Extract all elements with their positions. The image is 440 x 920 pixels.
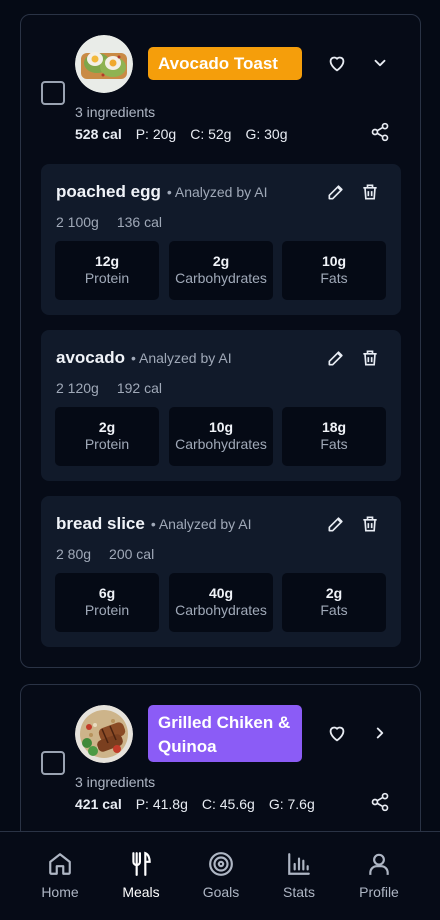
nav-label: Meals <box>122 884 160 900</box>
meal-select-checkbox[interactable] <box>41 81 65 105</box>
target-icon <box>181 850 261 878</box>
fats-label: Fats <box>320 602 348 618</box>
bottom-navigation: Home Meals Goals Stats Profile <box>0 831 440 920</box>
meal-fat: G: 30g <box>245 126 288 142</box>
nav-label: Home <box>41 884 79 900</box>
nav-label: Goals <box>202 884 240 900</box>
collapse-chevron-down-icon[interactable] <box>366 49 394 77</box>
meal-calories: 528 cal <box>75 126 122 142</box>
protein-box: 12g Protein <box>55 241 159 300</box>
utensils-icon <box>101 850 181 878</box>
ai-analyzed-label: • Analyzed by AI <box>130 350 232 366</box>
carbs-label: Carbohydrates <box>175 602 267 618</box>
share-icon[interactable] <box>366 118 394 146</box>
ingredient-qty: 2 80g <box>56 546 92 562</box>
meal-thumbnail <box>75 705 133 763</box>
ingredient-cal: 136 cal <box>116 214 162 230</box>
ingredient-name-line: avocado • Analyzed by AI <box>56 348 232 368</box>
ai-analyzed-label: • Analyzed by AI <box>150 516 252 532</box>
nav-item-home[interactable]: Home <box>20 850 100 900</box>
nav-label: Profile <box>359 884 399 900</box>
fats-box: 18g Fats <box>282 407 386 466</box>
ingredient-name: bread slice <box>56 514 145 533</box>
expand-chevron-right-icon[interactable] <box>366 719 394 747</box>
meal-card: Avocado Toast 3 ingredients 528 cal P: 20… <box>20 14 421 668</box>
ingredient-name-line: poached egg • Analyzed by AI <box>56 182 268 202</box>
carbs-box: 10g Carbohydrates <box>169 407 273 466</box>
protein-value: 6g <box>98 585 116 601</box>
protein-value: 2g <box>98 419 116 435</box>
ingredient-cal: 192 cal <box>116 380 162 396</box>
protein-label: Protein <box>84 270 130 286</box>
carbs-box: 40g Carbohydrates <box>169 573 273 632</box>
protein-label: Protein <box>84 602 130 618</box>
nav-item-meals[interactable]: Meals <box>101 850 181 900</box>
ingredient-count: 3 ingredients <box>75 104 156 120</box>
delete-trash-icon[interactable] <box>356 178 384 206</box>
fats-value: 2g <box>325 585 343 601</box>
fats-label: Fats <box>320 270 348 286</box>
carbs-value: 40g <box>208 585 234 601</box>
edit-pencil-icon[interactable] <box>322 344 350 372</box>
home-icon <box>20 850 100 878</box>
meal-carbs: C: 52g <box>190 126 232 142</box>
meal-macros: 421 cal P: 41.8g C: 45.6g G: 7.6g <box>75 796 315 812</box>
ingredient-card: bread slice • Analyzed by AI 2 80g 200 cal… <box>41 496 401 647</box>
carbs-label: Carbohydrates <box>175 270 267 286</box>
nav-item-stats[interactable]: Stats <box>259 850 339 900</box>
nav-item-profile[interactable]: Profile <box>339 850 419 900</box>
fats-label: Fats <box>320 436 348 452</box>
carbs-value: 2g <box>212 253 230 269</box>
ingredient-details: 2 100g 136 cal <box>56 214 162 230</box>
delete-trash-icon[interactable] <box>356 344 384 372</box>
ingredient-cal: 200 cal <box>109 546 155 562</box>
nav-label: Stats <box>283 884 315 900</box>
ingredient-count: 3 ingredients <box>75 774 156 790</box>
ingredient-qty: 2 120g <box>56 380 99 396</box>
meal-calories: 421 cal <box>75 796 122 812</box>
fats-box: 2g Fats <box>282 573 386 632</box>
protein-label: Protein <box>84 436 130 452</box>
meal-thumbnail <box>75 35 133 93</box>
meal-carbs: C: 45.6g <box>201 796 255 812</box>
nav-item-goals[interactable]: Goals <box>181 850 261 900</box>
carbs-value: 10g <box>208 419 234 435</box>
carbs-box: 2g Carbohydrates <box>169 241 273 300</box>
ingredient-name: poached egg <box>56 182 161 201</box>
meal-protein: P: 20g <box>135 126 177 142</box>
meal-name-tag[interactable]: Grilled Chiken & Quinoa <box>148 705 302 762</box>
bar-chart-icon <box>259 850 339 878</box>
share-icon[interactable] <box>366 788 394 816</box>
fats-box: 10g Fats <box>282 241 386 300</box>
fats-value: 18g <box>321 419 347 435</box>
meal-fat: G: 7.6g <box>268 796 315 812</box>
favorite-heart-icon[interactable] <box>323 719 351 747</box>
edit-pencil-icon[interactable] <box>322 510 350 538</box>
user-icon <box>339 850 419 878</box>
carbs-label: Carbohydrates <box>175 436 267 452</box>
favorite-heart-icon[interactable] <box>323 49 351 77</box>
meal-macros: 528 cal P: 20g C: 52g G: 30g <box>75 126 287 142</box>
ingredient-qty: 2 100g <box>56 214 99 230</box>
ai-analyzed-label: • Analyzed by AI <box>166 184 268 200</box>
meal-select-checkbox[interactable] <box>41 751 65 775</box>
edit-pencil-icon[interactable] <box>322 178 350 206</box>
protein-box: 2g Protein <box>55 407 159 466</box>
delete-trash-icon[interactable] <box>356 510 384 538</box>
ingredient-name-line: bread slice • Analyzed by AI <box>56 514 251 534</box>
ingredient-details: 2 120g 192 cal <box>56 380 162 396</box>
meal-protein: P: 41.8g <box>135 796 188 812</box>
ingredient-details: 2 80g 200 cal <box>56 546 154 562</box>
ingredient-card: poached egg • Analyzed by AI 2 100g 136 ca… <box>41 164 401 315</box>
protein-value: 12g <box>94 253 120 269</box>
ingredient-card: avocado • Analyzed by AI 2 120g 192 cal 2g… <box>41 330 401 481</box>
fats-value: 10g <box>321 253 347 269</box>
ingredient-name: avocado <box>56 348 125 367</box>
meal-name-tag[interactable]: Avocado Toast <box>148 47 302 80</box>
protein-box: 6g Protein <box>55 573 159 632</box>
